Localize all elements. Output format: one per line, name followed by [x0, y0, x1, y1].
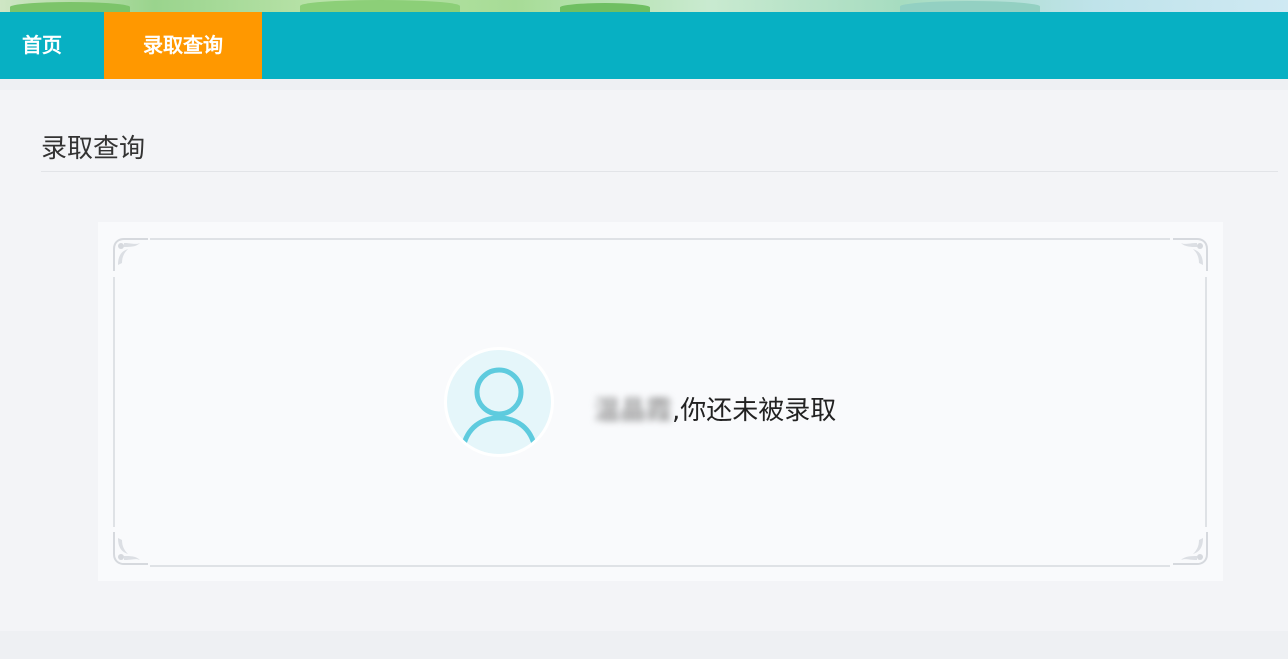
admission-result-message: 温晶霞,你还未被录取	[594, 390, 836, 427]
user-avatar	[444, 347, 554, 457]
frame-bottom-line	[150, 565, 1170, 567]
banner-hill	[300, 0, 460, 12]
banner-hill	[10, 2, 130, 12]
main-navbar: 首页 录取查询	[0, 12, 1288, 79]
nav-item-home[interactable]: 首页	[0, 12, 84, 79]
frame-right-line	[1205, 277, 1207, 527]
nav-item-admission-query[interactable]: 录取查询	[104, 12, 262, 79]
result-text: 你还未被录取	[680, 396, 837, 426]
banner-hill	[900, 1, 1040, 12]
corner-ornament-bottom-right	[1173, 532, 1208, 565]
corner-ornament-top-right	[1173, 238, 1208, 271]
user-icon	[460, 367, 538, 451]
result-card: 温晶霞,你还未被录取	[98, 222, 1223, 581]
student-name: 温晶霞	[594, 396, 673, 426]
frame-top-line	[150, 238, 1170, 240]
corner-ornament-bottom-left	[113, 532, 148, 565]
title-divider	[41, 171, 1278, 172]
frame-left-line	[113, 277, 115, 527]
page-title: 录取查询	[41, 134, 146, 164]
corner-ornament-top-left	[113, 238, 148, 271]
main-content: 录取查询 温晶霞,你还未被录取	[0, 90, 1288, 631]
banner-hill	[560, 3, 650, 12]
top-banner	[0, 0, 1288, 12]
